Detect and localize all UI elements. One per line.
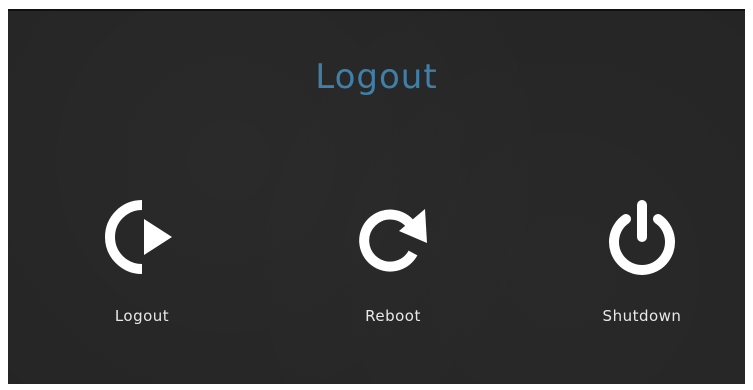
dialog-title: Logout: [315, 57, 438, 97]
logout-button[interactable]: Logout: [62, 197, 222, 325]
reboot-button[interactable]: Reboot: [313, 197, 473, 325]
shutdown-label: Shutdown: [602, 307, 682, 325]
shutdown-button[interactable]: Shutdown: [562, 197, 722, 325]
reboot-icon: [313, 197, 473, 277]
logout-dialog: Logout Logout Reboot Shutdown: [8, 9, 745, 384]
reboot-label: Reboot: [365, 307, 421, 325]
logout-label: Logout: [114, 307, 170, 325]
logout-icon: [62, 197, 222, 277]
power-icon: [562, 197, 722, 277]
